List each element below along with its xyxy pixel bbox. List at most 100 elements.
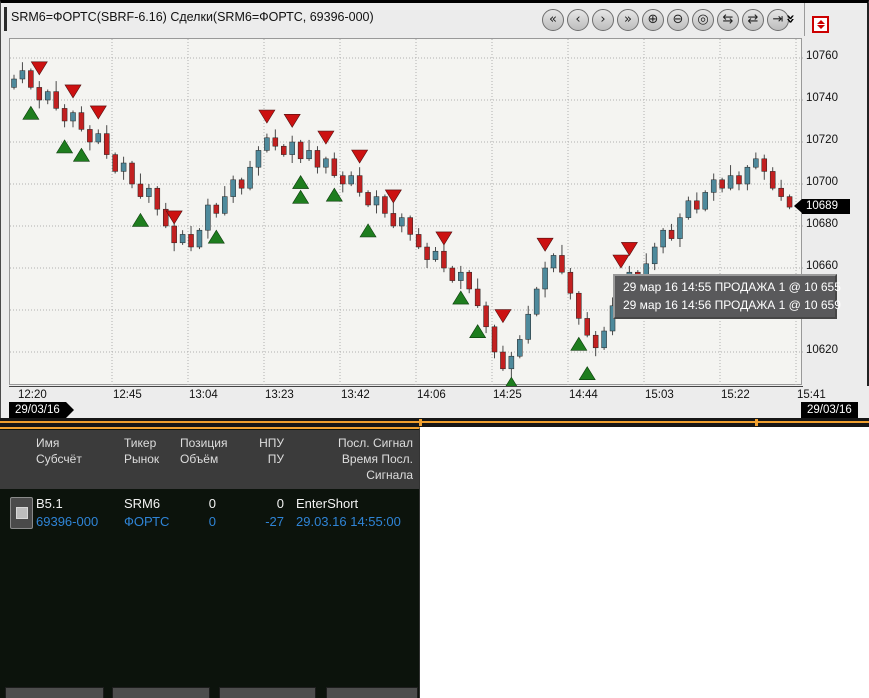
y-axis-tick-label: 10680 [806, 218, 850, 230]
bot-button-3[interactable] [219, 687, 316, 698]
candle-up [433, 251, 438, 259]
candle-up [205, 205, 210, 230]
bot-button-4[interactable] [326, 687, 418, 698]
candle-down [239, 180, 244, 188]
sell-signal-icon [495, 310, 511, 323]
down-triangle-icon [817, 25, 825, 29]
candle-up [96, 134, 101, 142]
buy-signal-icon [326, 188, 342, 201]
candle-up [197, 230, 202, 247]
candle-down [113, 155, 118, 172]
candle-up [45, 92, 50, 100]
buy-signal-icon [293, 176, 309, 189]
sell-signal-icon [166, 211, 182, 224]
candle-up [71, 113, 76, 121]
candle-down [315, 150, 320, 167]
collapse-toolbar-icon[interactable]: » [782, 14, 800, 22]
chart-window-title: SRM6=ФОРТС(SBRF-6.16) Сделки(SRM6=ФОРТС,… [11, 10, 374, 24]
candle-up [20, 71, 25, 79]
splitter-tick [755, 419, 758, 426]
zoom-out-button[interactable]: ⊖ [667, 9, 689, 31]
candle-down [281, 146, 286, 154]
candle-down [104, 134, 109, 155]
candle-up [534, 289, 539, 314]
candle-down [559, 255, 564, 272]
sell-signal-icon [352, 150, 368, 163]
step-back-button[interactable]: ‹ [567, 9, 589, 31]
cell-position-volume: 0 0 [174, 493, 222, 533]
x-axis-tick-label: 12:45 [113, 389, 142, 401]
fast-forward-button[interactable]: » [617, 9, 639, 31]
sell-signal-icon [537, 238, 553, 251]
candle-down [779, 188, 784, 196]
x-axis-tick-label: 13:04 [189, 389, 218, 401]
candle-up [12, 79, 17, 87]
candle-down [37, 87, 42, 100]
fast-back-button[interactable]: « [542, 9, 564, 31]
candle-down [416, 234, 421, 247]
table-header: Имя Субсчёт Тикер Рынок Позиция Объём НП… [0, 430, 419, 489]
date-tag-start: 29/03/16 [9, 402, 66, 418]
buy-signal-icon [132, 213, 148, 226]
candle-up [248, 167, 253, 188]
candle-down [340, 176, 345, 184]
candle-down [382, 197, 387, 214]
candle-up [517, 339, 522, 356]
bot-button-2[interactable] [112, 687, 210, 698]
candle-down [770, 171, 775, 188]
candle-down [273, 138, 278, 146]
window-splitter[interactable] [0, 418, 869, 427]
table-row[interactable]: B5.1 69396-000 SRM6 ФОРТС 0 0 0 -27 Ente… [0, 493, 419, 533]
candle-down [391, 213, 396, 226]
candle-down [787, 197, 792, 208]
zoom-in-button[interactable]: ⊕ [642, 9, 664, 31]
candle-up [745, 167, 750, 184]
tooltip-line: 29 мар 16 14:56 ПРОДАЖА 1 @ 10 659 [623, 296, 827, 314]
autoscroll-toggle-icon[interactable] [812, 16, 829, 33]
candle-down [366, 192, 371, 205]
cell-name-account: B5.1 69396-000 [30, 493, 118, 533]
expand-scale-button[interactable]: ⇄ [742, 9, 764, 31]
price-marker-arrow-icon [794, 199, 802, 213]
x-axis-tick-label: 15:03 [645, 389, 674, 401]
buy-signal-icon [23, 106, 39, 119]
candle-down [484, 306, 489, 327]
candle-down [585, 318, 590, 335]
header-last-signal: Посл. Сигнал Время Посл. Сигнала [290, 430, 419, 489]
zoom-range-button[interactable]: ◎ [692, 9, 714, 31]
buy-signal-icon [73, 148, 89, 161]
candle-up [231, 180, 236, 197]
x-axis-tick-label: 13:42 [341, 389, 370, 401]
candle-down [79, 113, 84, 130]
positions-table-window: Имя Субсчёт Тикер Рынок Позиция Объём НП… [0, 427, 420, 698]
candle-down [593, 335, 598, 348]
candle-down [576, 293, 581, 318]
candle-up [652, 247, 657, 264]
splitter-accent [0, 421, 869, 423]
candlestick-plot-area[interactable] [9, 38, 802, 385]
sell-signal-icon [90, 106, 106, 119]
y-axis-tick-label: 10660 [806, 260, 850, 272]
candle-down [669, 230, 674, 238]
candle-up [526, 314, 531, 339]
candle-up [602, 331, 607, 348]
compress-scale-button[interactable]: ⇆ [717, 9, 739, 31]
candle-up [121, 163, 126, 171]
y-axis-tick-label: 10700 [806, 176, 850, 188]
empty-panel [421, 427, 869, 698]
step-forward-button[interactable]: › [592, 9, 614, 31]
header-ticker: Тикер Рынок [118, 430, 174, 489]
candle-down [720, 180, 725, 188]
buy-signal-icon [208, 230, 224, 243]
y-axis-tick-label: 10620 [806, 344, 850, 356]
bot-button-1[interactable] [5, 687, 104, 698]
window-grip[interactable] [4, 7, 7, 31]
candle-down [130, 163, 135, 184]
x-axis-tick-label: 14:44 [569, 389, 598, 401]
sell-signal-icon [436, 232, 452, 245]
x-axis-line [9, 386, 803, 387]
candle-down [214, 205, 219, 213]
candle-up [703, 192, 708, 209]
candle-up [180, 234, 185, 242]
candle-up [146, 188, 151, 196]
